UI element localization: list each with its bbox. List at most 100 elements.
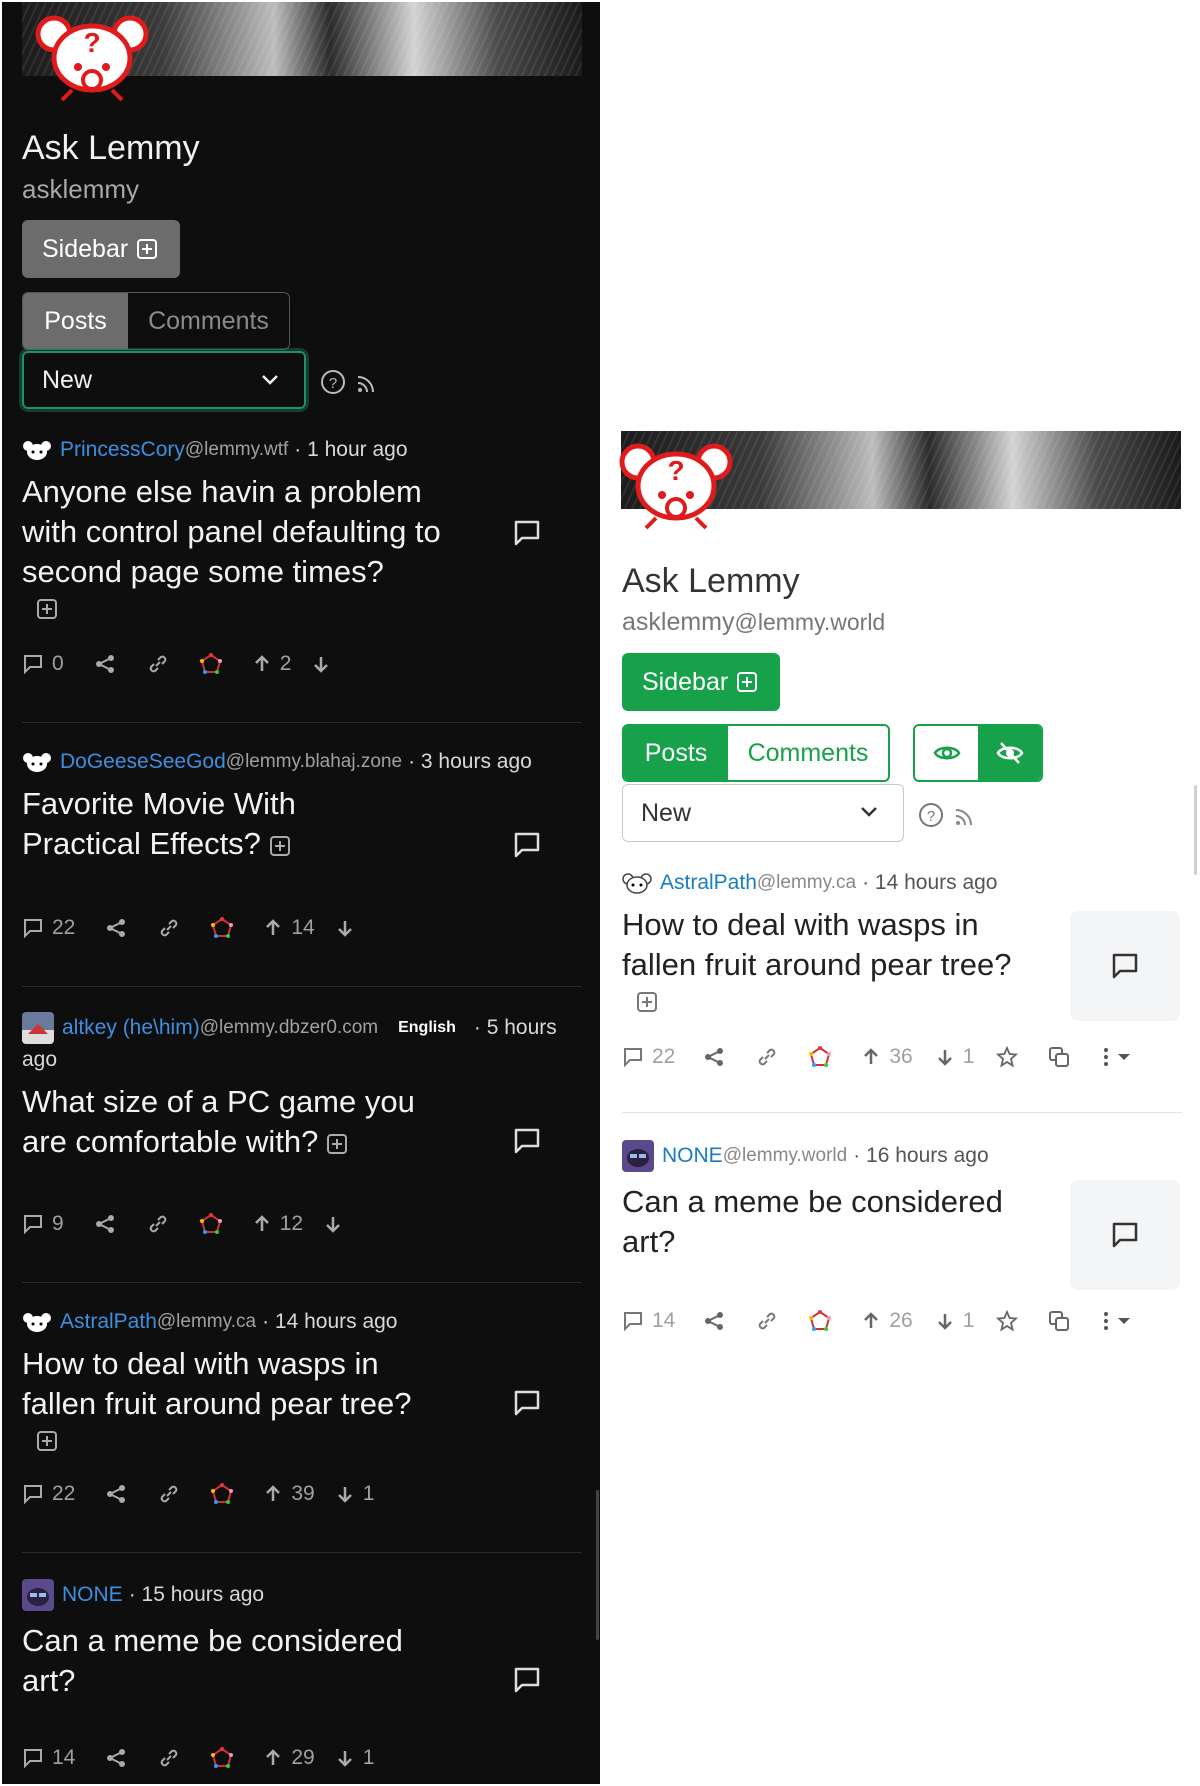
link-icon[interactable] xyxy=(157,916,181,940)
plus-square-icon xyxy=(737,672,758,692)
scrollbar[interactable] xyxy=(596,1490,599,1640)
expand-icon[interactable] xyxy=(269,835,291,857)
post-thumbnail-button[interactable] xyxy=(1070,1180,1180,1290)
link-icon[interactable] xyxy=(755,1309,779,1333)
sort-select[interactable]: New xyxy=(622,784,904,842)
share-icon[interactable] xyxy=(703,1310,725,1332)
downvote-icon[interactable] xyxy=(935,1311,955,1331)
scrollbar[interactable] xyxy=(1194,785,1197,875)
upvote-icon[interactable] xyxy=(263,918,283,938)
post-author-link[interactable]: altkey (he\him) xyxy=(62,1016,200,1040)
sidebar-toggle-button[interactable]: Sidebar xyxy=(622,653,780,711)
comment-thumbnail-icon[interactable] xyxy=(512,1665,542,1695)
downvote-icon[interactable] xyxy=(335,1484,355,1504)
upvote-icon[interactable] xyxy=(263,1748,283,1768)
post-author-link[interactable]: DoGeeseSeeGod xyxy=(60,750,226,774)
fediverse-icon[interactable] xyxy=(211,917,234,939)
downvote-icon[interactable] xyxy=(935,1047,955,1067)
user-avatar-icon xyxy=(622,1140,654,1172)
upvote-icon[interactable] xyxy=(252,654,272,674)
post-time: · 16 hours ago xyxy=(853,1144,989,1167)
post-author-link[interactable]: PrincessCory xyxy=(60,438,185,462)
svg-text:?: ? xyxy=(329,375,337,392)
expand-icon[interactable] xyxy=(36,1430,58,1452)
star-icon[interactable] xyxy=(996,1310,1019,1332)
fediverse-icon[interactable] xyxy=(809,1046,832,1068)
comments-icon[interactable] xyxy=(22,1747,44,1769)
upvote-icon[interactable] xyxy=(861,1311,881,1331)
upvote-icon[interactable] xyxy=(861,1047,881,1067)
comments-icon[interactable] xyxy=(622,1046,644,1068)
post-title[interactable]: Can a meme be considered art? xyxy=(622,1182,1022,1262)
expand-icon[interactable] xyxy=(36,598,58,620)
downvote-icon[interactable] xyxy=(335,918,355,938)
post-author-link[interactable]: NONE xyxy=(662,1144,723,1168)
share-icon[interactable] xyxy=(105,1747,127,1769)
link-icon[interactable] xyxy=(157,1482,181,1506)
more-options-icon[interactable] xyxy=(1100,1310,1134,1332)
post-title[interactable]: What size of a PC game you are comfortab… xyxy=(22,1084,415,1159)
rss-icon[interactable] xyxy=(356,374,376,394)
help-icon[interactable]: ? xyxy=(918,802,944,828)
hide-read-button[interactable] xyxy=(978,726,1041,780)
share-icon[interactable] xyxy=(94,1213,116,1235)
help-icon[interactable]: ? xyxy=(320,369,346,395)
link-icon[interactable] xyxy=(755,1045,779,1069)
crosspost-icon[interactable] xyxy=(1048,1046,1070,1068)
tab-comments[interactable]: Comments xyxy=(128,293,289,349)
share-icon[interactable] xyxy=(105,1483,127,1505)
comments-icon[interactable] xyxy=(22,1483,44,1505)
score-count: 2 xyxy=(279,652,292,675)
fediverse-icon[interactable] xyxy=(211,1747,234,1769)
comment-thumbnail-icon[interactable] xyxy=(512,518,542,548)
upvote-icon[interactable] xyxy=(263,1484,283,1504)
sort-select[interactable]: New xyxy=(22,351,306,409)
post-author-link[interactable]: AstralPath xyxy=(60,1310,157,1334)
tab-comments[interactable]: Comments xyxy=(728,726,888,780)
fediverse-icon[interactable] xyxy=(199,653,222,675)
fediverse-icon[interactable] xyxy=(809,1310,832,1332)
downvote-icon[interactable] xyxy=(335,1748,355,1768)
expand-icon[interactable] xyxy=(636,991,658,1013)
link-icon[interactable] xyxy=(157,1746,181,1770)
post-author-link[interactable]: NONE xyxy=(62,1583,123,1607)
more-options-icon[interactable] xyxy=(1100,1046,1134,1068)
svg-text:?: ? xyxy=(83,27,100,58)
downvote-icon[interactable] xyxy=(323,1214,343,1234)
comment-thumbnail-icon[interactable] xyxy=(512,1126,542,1156)
post-thumbnail-button[interactable] xyxy=(1070,911,1180,1021)
comments-icon[interactable] xyxy=(22,653,44,675)
comments-icon[interactable] xyxy=(22,917,44,939)
downvote-icon[interactable] xyxy=(311,654,331,674)
tab-posts[interactable]: Posts xyxy=(23,293,128,349)
post-title[interactable]: Favorite Movie With Practical Effects? xyxy=(22,786,296,861)
comments-icon[interactable] xyxy=(22,1213,44,1235)
rss-icon[interactable] xyxy=(954,807,974,827)
star-icon[interactable] xyxy=(996,1046,1019,1068)
upvote-icon[interactable] xyxy=(252,1214,272,1234)
post-author-link[interactable]: AstralPath xyxy=(660,871,757,895)
comments-icon[interactable] xyxy=(622,1310,644,1332)
post-title[interactable]: How to deal with wasps in fallen fruit a… xyxy=(22,1344,452,1424)
crosspost-icon[interactable] xyxy=(1048,1310,1070,1332)
comment-thumbnail-icon[interactable] xyxy=(512,1388,542,1418)
sidebar-toggle-button[interactable]: Sidebar xyxy=(22,220,180,278)
fediverse-icon[interactable] xyxy=(199,1213,222,1235)
share-icon[interactable] xyxy=(94,653,116,675)
link-icon[interactable] xyxy=(146,1212,170,1236)
link-icon[interactable] xyxy=(146,652,170,676)
post-title[interactable]: Anyone else havin a problem with control… xyxy=(22,472,452,592)
post-title[interactable]: Can a meme be considered art? xyxy=(22,1621,442,1701)
fediverse-icon[interactable] xyxy=(211,1483,234,1505)
comment-thumbnail-icon[interactable] xyxy=(512,830,542,860)
comment-count: 22 xyxy=(52,1482,76,1505)
share-icon[interactable] xyxy=(703,1046,725,1068)
expand-icon[interactable] xyxy=(326,1133,348,1155)
post-meta: altkey (he\him) @lemmy.dbzer0.com Englis… xyxy=(22,1012,582,1044)
tab-posts[interactable]: Posts xyxy=(624,726,728,780)
share-icon[interactable] xyxy=(105,917,127,939)
show-read-button[interactable] xyxy=(915,726,978,780)
post-card: AstralPath @lemmy.ca · 14 hours ago How … xyxy=(622,871,1182,1021)
post-title[interactable]: How to deal with wasps in fallen fruit a… xyxy=(622,905,1042,985)
downvote-count: 1 xyxy=(962,1309,975,1332)
